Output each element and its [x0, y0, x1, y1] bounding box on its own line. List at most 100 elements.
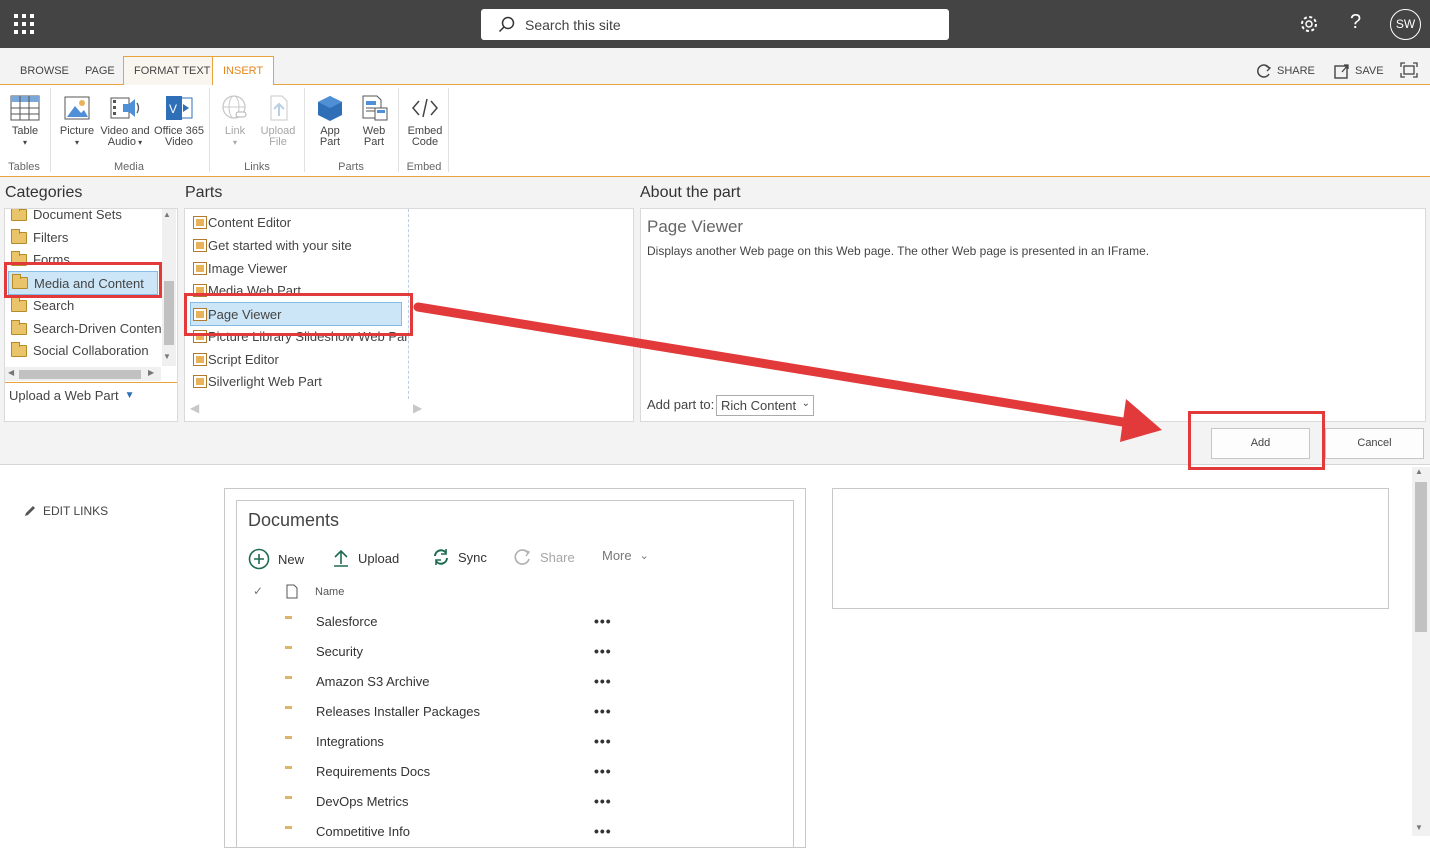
ribbon-divider	[398, 88, 399, 172]
app-part-button[interactable]: App Part	[312, 94, 348, 148]
save-button[interactable]: SAVE	[1334, 63, 1384, 79]
part-label: Image Viewer	[208, 261, 288, 276]
part-item[interactable]: Get started with your site	[193, 238, 352, 253]
svg-text:V: V	[169, 102, 177, 116]
sync-label: Sync	[458, 549, 487, 565]
more-options-icon[interactable]: •••	[594, 823, 612, 836]
category-item[interactable]: Document Sets	[11, 209, 122, 222]
empty-webpart-zone[interactable]	[832, 488, 1389, 609]
category-label: Social Collaboration	[33, 343, 149, 358]
group-label-embed: Embed	[406, 161, 442, 173]
more-options-icon[interactable]: •••	[594, 763, 612, 779]
table-row[interactable]: Security •••	[284, 641, 624, 665]
embed-code-button[interactable]: Embed Code	[404, 94, 446, 148]
documents-title[interactable]: Documents	[248, 510, 339, 531]
more-options-icon[interactable]: •••	[594, 643, 612, 659]
more-options-icon[interactable]: •••	[594, 613, 612, 629]
new-command[interactable]: New	[248, 548, 304, 570]
tab-insert[interactable]: INSERT	[212, 56, 275, 86]
office-365-video-button[interactable]: V Office 365 Video	[154, 94, 204, 148]
web-part-label-2: Part	[363, 136, 385, 148]
part-label: Script Editor	[208, 352, 279, 367]
share-button[interactable]: SHARE	[1256, 63, 1315, 79]
table-row[interactable]: Requirements Docs •••	[284, 761, 624, 785]
cancel-button[interactable]: Cancel	[1325, 428, 1424, 459]
video-audio-label-2: Audio	[107, 136, 136, 148]
categories-hscroll-thumb[interactable]	[19, 370, 141, 379]
sync-icon	[434, 549, 448, 565]
table-row[interactable]: Salesforce •••	[284, 611, 624, 635]
user-avatar[interactable]: SW	[1390, 9, 1421, 40]
web-part-button[interactable]: Web Part	[356, 94, 392, 148]
scroll-right-icon[interactable]: ▶	[148, 368, 154, 377]
category-item[interactable]: Social Collaboration	[11, 341, 149, 358]
app-launcher-icon[interactable]	[14, 14, 34, 34]
column-header-name[interactable]: Name	[315, 586, 344, 598]
table-row[interactable]: Releases Installer Packages •••	[284, 701, 624, 725]
previous-page-icon[interactable]: ◀	[190, 401, 199, 415]
scroll-up-icon[interactable]: ▲	[1415, 467, 1423, 476]
category-label: Filters	[33, 230, 69, 245]
upload-web-part-link[interactable]: Upload a Web Part ▼	[9, 388, 135, 403]
pencil-icon	[25, 506, 35, 516]
categories-divider	[5, 382, 177, 383]
folder-icon	[11, 341, 27, 357]
table-row[interactable]: DevOps Metrics •••	[284, 791, 624, 815]
more-options-icon[interactable]: •••	[594, 793, 612, 809]
upload-command[interactable]: Upload	[332, 548, 399, 568]
row-name: Competitive Info	[316, 824, 410, 836]
share-label: SHARE	[1277, 65, 1315, 77]
more-options-icon[interactable]: •••	[594, 733, 612, 749]
scroll-down-icon[interactable]: ▼	[163, 352, 171, 361]
web-part-icon	[193, 216, 207, 229]
row-name: Salesforce	[316, 614, 378, 629]
picture-button[interactable]: Picture ▾	[58, 94, 96, 148]
select-all-checkmark-icon[interactable]: ✓	[253, 584, 263, 598]
upload-web-part-label: Upload a Web Part	[9, 388, 119, 403]
tab-browse[interactable]: BROWSE	[10, 57, 79, 85]
app-part-icon	[318, 96, 342, 121]
scroll-left-icon[interactable]: ◀	[8, 368, 14, 377]
page-vscroll-thumb[interactable]	[1415, 482, 1427, 632]
edit-links-button[interactable]: EDIT LINKS	[24, 504, 108, 518]
help-icon[interactable]: ?	[1350, 11, 1361, 34]
row-name: Security	[316, 644, 363, 659]
settings-gear-icon[interactable]	[1298, 13, 1320, 35]
category-item[interactable]: Filters	[11, 228, 69, 245]
o365-label-2: Video	[165, 136, 193, 148]
sync-command[interactable]: Sync	[432, 548, 487, 566]
more-options-icon[interactable]: •••	[594, 673, 612, 689]
upload-file-button[interactable]: Upload File	[258, 94, 298, 148]
part-item[interactable]: Silverlight Web Part	[193, 374, 322, 389]
table-button[interactable]: Table ▾	[8, 94, 42, 148]
row-name: Requirements Docs	[316, 764, 431, 779]
chevron-down-icon: ⌄	[639, 550, 649, 562]
ribbon-divider	[448, 88, 449, 172]
categories-vscroll-thumb[interactable]	[164, 281, 174, 345]
link-button[interactable]: Link ▾	[216, 94, 254, 148]
table-row[interactable]: Integrations •••	[284, 731, 624, 755]
tab-format-text[interactable]: FORMAT TEXT	[123, 56, 222, 85]
table-row[interactable]: Competitive Info •••	[284, 821, 624, 836]
scroll-up-icon[interactable]: ▲	[163, 210, 171, 219]
search-input[interactable]: Search this site	[481, 9, 949, 40]
category-item[interactable]: Search-Driven Content	[11, 319, 161, 336]
table-row[interactable]: Amazon S3 Archive •••	[284, 671, 624, 695]
focus-on-content-icon[interactable]	[1400, 62, 1418, 78]
more-label: More	[602, 548, 632, 563]
tab-page[interactable]: PAGE	[75, 57, 125, 85]
part-item[interactable]: Content Editor	[193, 215, 291, 230]
part-label: Get started with your site	[208, 238, 352, 253]
part-item[interactable]: Script Editor	[193, 352, 279, 367]
more-options-icon[interactable]: •••	[594, 703, 612, 719]
office-365-video-icon: V	[166, 96, 193, 120]
share-command[interactable]: Share	[514, 548, 575, 566]
more-command[interactable]: More ⌄	[602, 548, 649, 563]
scroll-down-icon[interactable]: ▼	[1415, 823, 1423, 832]
folder-icon	[11, 296, 27, 312]
part-item[interactable]: Image Viewer	[193, 261, 287, 276]
web-part-icon	[362, 95, 388, 121]
new-label: New	[278, 551, 305, 567]
category-item[interactable]: Search	[11, 296, 74, 313]
video-and-audio-button[interactable]: Video and Audio ▾	[100, 94, 150, 148]
